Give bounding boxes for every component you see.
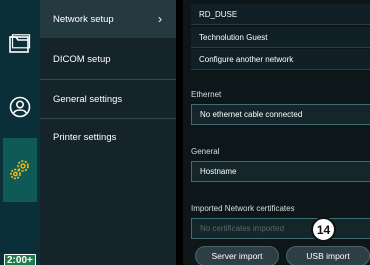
wifi-network-label: Technolution Guest <box>199 32 268 42</box>
ethernet-status-field: No ethernet cable connected <box>191 104 370 125</box>
wifi-network-item[interactable]: Technolution Guest <box>191 27 370 48</box>
user-button[interactable] <box>3 75 37 139</box>
menu-item-printer-settings[interactable]: Printer settings <box>40 118 176 156</box>
wifi-network-item[interactable]: RD_DUSE <box>191 4 370 25</box>
menu-item-label: DICOM setup <box>53 53 111 65</box>
wifi-network-label: RD_DUSE <box>199 9 238 19</box>
configure-network-label: Configure another network <box>199 54 294 64</box>
hostname-field[interactable]: Hostname <box>191 161 370 182</box>
side-rail: 2:00+ <box>0 0 40 265</box>
menu-item-label: General settings <box>53 93 123 105</box>
certificates-list: No certificates imported <box>191 218 370 239</box>
certificates-placeholder: No certificates imported <box>200 224 285 233</box>
ethernet-section-label: Ethernet <box>191 90 222 99</box>
files-icon <box>9 34 31 54</box>
menu-item-network-setup[interactable]: Network setup › <box>40 0 176 38</box>
callout-number-badge: 14 <box>311 217 336 242</box>
menu-item-label: Printer settings <box>53 131 117 143</box>
usb-import-button[interactable]: USB import <box>286 246 370 265</box>
settings-menu: Network setup › DICOM setup General sett… <box>40 0 176 265</box>
settings-button[interactable] <box>3 138 37 202</box>
ethernet-status-text: No ethernet cable connected <box>200 110 303 119</box>
chevron-right-icon: › <box>158 12 162 26</box>
menu-item-label: Network setup <box>53 13 114 25</box>
hostname-text: Hostname <box>200 167 237 176</box>
menu-item-general-settings[interactable]: General settings <box>40 80 176 118</box>
files-button[interactable] <box>3 12 37 76</box>
user-icon <box>9 96 31 118</box>
configure-network-item[interactable]: Configure another network <box>191 49 370 70</box>
network-setup-panel: RD_DUSE Technolution Guest Configure ano… <box>183 0 370 265</box>
certificates-section-label: Imported Network certificates <box>191 204 295 213</box>
general-section-label: General <box>191 147 220 156</box>
menu-item-dicom-setup[interactable]: DICOM setup <box>40 40 176 78</box>
recording-time-badge: 2:00+ <box>4 254 36 265</box>
server-import-button[interactable]: Server import <box>195 246 279 265</box>
settings-gears-icon <box>8 158 32 182</box>
